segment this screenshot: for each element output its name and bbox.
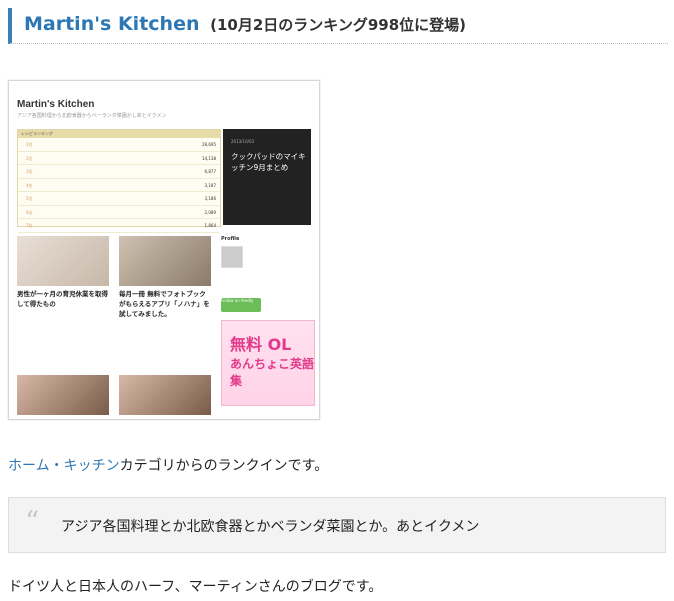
featured-post: 2013/10/03 クックパッドのマイキッチン9月まとめ bbox=[223, 129, 311, 225]
bottom-photo-2 bbox=[119, 375, 211, 415]
ranking-row-7: 7位 1,864 bbox=[18, 219, 220, 233]
featured-date: 2013/10/03 bbox=[231, 139, 255, 144]
ad-banner: 無料 OL あんちょこ英語集 bbox=[221, 320, 315, 406]
profile-label: Profile bbox=[221, 236, 240, 242]
category-link[interactable]: ホーム・キッチン bbox=[8, 458, 120, 474]
profile-sidebar: Profile Follow on feedly 無料 OL あんちょこ英語集 bbox=[221, 236, 315, 406]
ranking-row-1: 1位 28,695 bbox=[18, 138, 220, 152]
ranking-row-3: 3位 6,877 bbox=[18, 165, 220, 179]
ranking-row-2: 2位 14,138 bbox=[18, 152, 220, 165]
ranking-row-6: 6位 2,089 bbox=[18, 206, 220, 219]
ranking-row-5: 5位 3,186 bbox=[18, 192, 220, 206]
quote-mark-icon: “ bbox=[25, 505, 40, 538]
featured-title: クックパッドのマイキッチン9月まとめ bbox=[231, 152, 306, 172]
category-line: ホーム・キッチンカテゴリからのランクインです。 bbox=[8, 455, 328, 475]
post-title-text[interactable]: Martin's Kitchen bbox=[24, 13, 199, 35]
post-body: ドイツ人と日本人のハーフ、マーティンさんのブログです。 bbox=[8, 579, 383, 595]
post-header: Martin's Kitchen (10月2日のランキング998位に登場) bbox=[8, 8, 668, 44]
post-card-1: 男性が一ヶ月の育児休業を取得して得たもの bbox=[17, 236, 109, 309]
ad-text-2: あんちょこ英語集 bbox=[230, 357, 315, 388]
baby-photo bbox=[17, 236, 109, 286]
post-title: Martin's Kitchen (10月2日のランキング998位に登場) bbox=[24, 13, 466, 35]
bottom-photo-1 bbox=[17, 375, 109, 415]
photobook-photo bbox=[119, 236, 211, 286]
quote-text: アジア各国料理とか北欧食器とかベランダ菜園とか。あとイクメン bbox=[61, 519, 480, 535]
category-suffix: カテゴリからのランクインです。 bbox=[119, 458, 329, 474]
site-screenshot[interactable]: Martin's Kitchen アジア各国料理から北欧食器からベーランダ菜園か… bbox=[8, 80, 320, 420]
follow-button: Follow on feedly bbox=[221, 298, 261, 312]
ranking-row-4: 4位 3,187 bbox=[18, 179, 220, 192]
ad-text-1: 無料 OL bbox=[230, 335, 292, 354]
avatar bbox=[221, 246, 243, 268]
post-subtitle: (10月2日のランキング998位に登場) bbox=[210, 16, 466, 34]
ranking-box: レシピランキング 1位 28,695 2位 14,138 3位 6,877 4位 3,1… bbox=[17, 129, 221, 233]
follow-label: Follow on feedly bbox=[221, 298, 254, 303]
ranking-header: レシピランキング bbox=[18, 130, 220, 138]
mini-site-title: Martin's Kitchen bbox=[17, 99, 95, 110]
post-card-2-title: 毎月一冊 無料でフォトブックがもらえるアプリ「ノハナ」を試してみました。 bbox=[119, 290, 210, 318]
mini-site-sub: アジア各国料理から北欧食器からベーランダ菜園かしあとイクメン bbox=[17, 113, 167, 119]
blockquote: “ アジア各国料理とか北欧食器とかベランダ菜園とか。あとイクメン bbox=[8, 497, 666, 553]
post-card-1-title: 男性が一ヶ月の育児休業を取得して得たもの bbox=[17, 290, 108, 308]
post-card-2: 毎月一冊 無料でフォトブックがもらえるアプリ「ノハナ」を試してみました。 bbox=[119, 236, 211, 319]
